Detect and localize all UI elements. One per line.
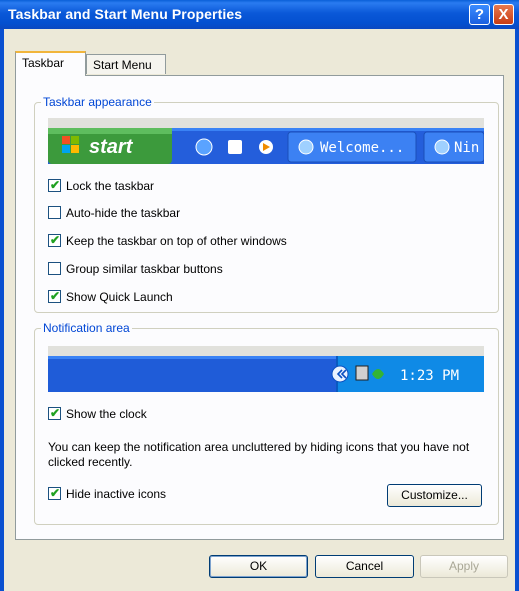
ok-button[interactable]: OK	[209, 555, 308, 578]
auto-hide-label: Auto-hide the taskbar	[66, 205, 181, 220]
tab-start-menu-label: Start Menu	[93, 58, 152, 72]
ie-window-icon-2	[434, 139, 450, 155]
hide-inactive-checkbox[interactable]: ✔	[48, 486, 61, 501]
window-border-right	[515, 29, 519, 591]
hide-inactive-option[interactable]: ✔ Hide inactive icons	[48, 485, 166, 501]
check-icon: ✔	[50, 406, 61, 421]
dialog-window: Taskbar and Start Menu Properties ? X Ta…	[0, 0, 519, 591]
customize-button[interactable]: Customize...	[387, 484, 482, 507]
check-icon: ✔	[50, 486, 61, 501]
tab-taskbar[interactable]: Taskbar	[15, 51, 86, 76]
show-clock-checkbox[interactable]: ✔	[48, 406, 61, 421]
desktop-quicklaunch-icon	[228, 140, 242, 154]
group-buttons-checkbox[interactable]	[48, 262, 61, 276]
show-hidden-icons-chevron-icon	[331, 365, 349, 383]
check-icon: ✔	[50, 178, 61, 193]
window-title: Taskbar and Start Menu Properties	[8, 6, 243, 22]
tab-taskbar-label: Taskbar	[22, 56, 65, 70]
check-icon: ✔	[50, 233, 61, 248]
taskbar-button-label-1: Welcome...	[320, 140, 405, 156]
title-bar[interactable]: Taskbar and Start Menu Properties ? X	[0, 0, 519, 29]
quick-launch-label: Show Quick Launch	[66, 289, 173, 304]
apply-button[interactable]: Apply	[420, 555, 508, 578]
quick-launch-option[interactable]: ✔ Show Quick Launch	[48, 288, 173, 304]
window-border-left	[0, 29, 4, 591]
cancel-button[interactable]: Cancel	[315, 555, 414, 578]
auto-hide-checkbox[interactable]	[48, 206, 61, 220]
taskbar-appearance-heading: Taskbar appearance	[41, 95, 154, 109]
ie-quicklaunch-icon	[195, 138, 213, 156]
keep-on-top-checkbox[interactable]: ✔	[48, 233, 61, 248]
show-clock-option[interactable]: ✔ Show the clock	[48, 405, 147, 421]
ie-window-icon	[298, 139, 314, 155]
show-clock-label: Show the clock	[66, 406, 147, 421]
start-button-label: start	[89, 136, 133, 158]
close-button[interactable]: X	[493, 4, 514, 25]
auto-hide-option[interactable]: Auto-hide the taskbar	[48, 204, 180, 220]
help-button[interactable]: ?	[469, 4, 490, 25]
keep-on-top-label: Keep the taskbar on top of other windows	[66, 233, 287, 248]
clock-time: 1:23 PM	[400, 368, 460, 384]
notification-preview: 1:23 PM	[48, 346, 484, 392]
lock-taskbar-checkbox[interactable]: ✔	[48, 178, 61, 193]
notification-area-heading: Notification area	[41, 321, 132, 335]
hide-inactive-label: Hide inactive icons	[66, 486, 167, 501]
lock-taskbar-option[interactable]: ✔ Lock the taskbar	[48, 177, 154, 193]
keep-on-top-option[interactable]: ✔ Keep the taskbar on top of other window…	[48, 232, 287, 248]
check-icon: ✔	[50, 289, 61, 304]
notification-description: You can keep the notification area unclu…	[48, 440, 470, 469]
taskbar-preview: start Welcome... Nin	[48, 118, 484, 164]
tab-start-menu[interactable]: Start Menu	[86, 54, 166, 74]
lock-taskbar-label: Lock the taskbar	[66, 178, 155, 193]
taskbar-button-label-2: Nin	[454, 140, 480, 156]
group-buttons-label: Group similar taskbar buttons	[66, 261, 223, 276]
group-buttons-option[interactable]: Group similar taskbar buttons	[48, 260, 223, 276]
network-tray-icon	[355, 365, 369, 381]
quick-launch-checkbox[interactable]: ✔	[48, 289, 61, 304]
